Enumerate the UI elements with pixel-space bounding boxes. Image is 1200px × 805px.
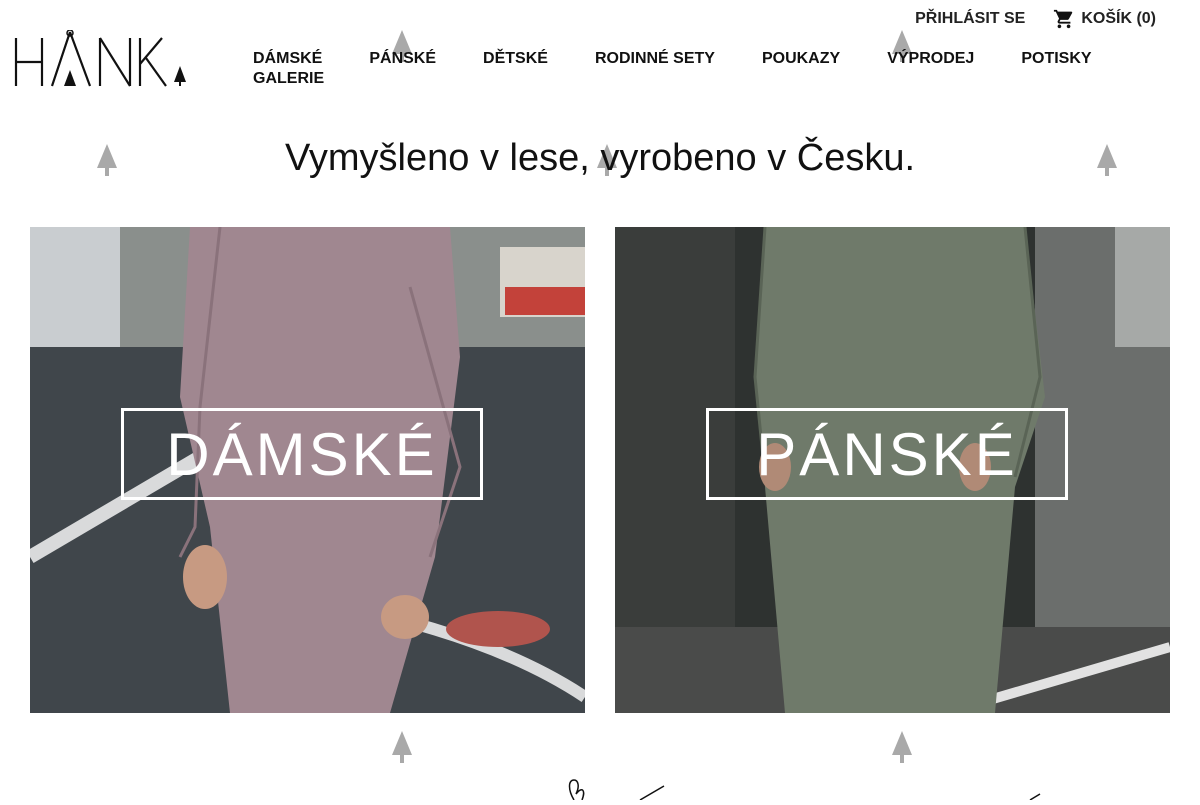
nav-item-potisky[interactable]: POTISKY [1021, 49, 1091, 69]
main-nav: DÁMSKÉ PÁNSKÉ DĚTSKÉ RODINNÉ SETY POUKAZY VÝP… [253, 49, 1193, 89]
nav-item-detske[interactable]: DĚTSKÉ [483, 49, 548, 69]
category-label: PÁNSKÉ [706, 408, 1068, 500]
nav-item-poukazy[interactable]: POUKAZY [762, 49, 840, 69]
cart-link[interactable]: KOŠÍK (0) [1053, 8, 1156, 30]
brand-logo[interactable] [14, 30, 189, 88]
nav-item-panske[interactable]: PÁNSKÉ [369, 49, 436, 69]
cart-icon [1053, 8, 1075, 30]
page-headline: Vymyšleno v lese, vyrobeno v Česku. [284, 137, 916, 179]
nav-item-rodinne-sety[interactable]: RODINNÉ SETY [595, 49, 715, 69]
tree-icon [392, 731, 412, 763]
cart-label: KOŠÍK (0) [1081, 10, 1156, 27]
category-tile-damske[interactable]: DÁMSKÉ [30, 227, 585, 713]
login-link[interactable]: PŘIHLÁSIT SE [915, 10, 1025, 28]
category-label: DÁMSKÉ [121, 408, 483, 500]
nav-item-damske[interactable]: DÁMSKÉ [253, 49, 322, 69]
category-tile-panske[interactable]: PÁNSKÉ [615, 227, 1170, 713]
account-bar: PŘIHLÁSIT SE KOŠÍK (0) [915, 8, 1156, 30]
nav-item-galerie[interactable]: GALERIE [253, 69, 324, 89]
decorative-scribble [560, 776, 1120, 801]
tree-icon [892, 731, 912, 763]
nav-item-vyprodej[interactable]: VÝPRODEJ [887, 49, 974, 69]
